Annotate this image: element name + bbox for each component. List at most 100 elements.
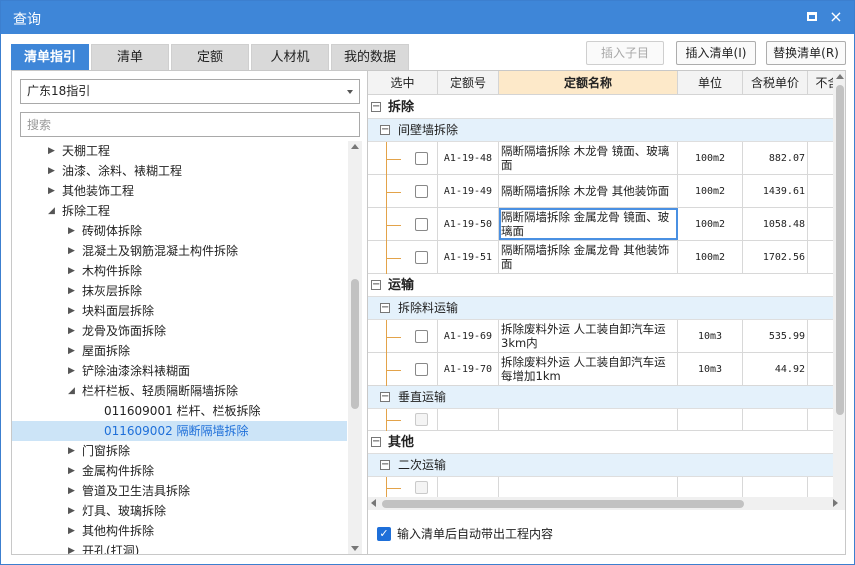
guide-library-dropdown[interactable]: 广东18指引 xyxy=(20,79,360,104)
unit-cell[interactable]: 100m2 xyxy=(678,175,743,207)
row-checkbox[interactable] xyxy=(415,413,428,426)
scroll-up-icon[interactable] xyxy=(836,74,844,79)
price-notax-cell[interactable] xyxy=(808,477,833,497)
tree-item[interactable]: ▶ 天棚工程 xyxy=(12,141,347,161)
tree-item[interactable]: ▶ 开孔(打洞) xyxy=(12,541,347,554)
row-checkbox[interactable] xyxy=(415,185,428,198)
tree-item[interactable]: 011609001 栏杆、栏板拆除 xyxy=(12,401,347,421)
scroll-thumb[interactable] xyxy=(382,500,744,508)
expand-arrow-icon[interactable]: ▶ xyxy=(68,241,78,261)
scroll-right-icon[interactable] xyxy=(833,499,838,507)
unit-cell[interactable]: 100m2 xyxy=(678,208,743,240)
price-notax-cell[interactable] xyxy=(808,241,833,273)
expand-arrow-icon[interactable]: ▶ xyxy=(48,161,58,181)
tree-item[interactable]: ▶ 龙骨及饰面拆除 xyxy=(12,321,347,341)
expand-arrow-icon[interactable]: ▶ xyxy=(68,541,78,554)
row-checkbox[interactable] xyxy=(415,218,428,231)
row-checkbox[interactable] xyxy=(415,330,428,343)
tree-item[interactable]: ▶ 抹灰层拆除 xyxy=(12,281,347,301)
quota-code-cell[interactable]: A1-19-49 xyxy=(438,175,499,207)
subgroup-row[interactable]: − 二次运输 xyxy=(368,454,833,477)
unit-cell[interactable]: 100m2 xyxy=(678,142,743,174)
price-cell[interactable] xyxy=(743,477,808,497)
expand-arrow-icon[interactable]: ▶ xyxy=(68,481,78,501)
tree-item[interactable]: ▶ 木构件拆除 xyxy=(12,261,347,281)
scroll-up-icon[interactable] xyxy=(351,144,359,149)
tab-quota[interactable]: 定额 xyxy=(171,44,249,70)
quota-name-cell[interactable]: 隔断隔墙拆除 金属龙骨 其他装饰面 xyxy=(499,241,678,273)
tree-item[interactable]: ▶ 油漆、涂料、裱糊工程 xyxy=(12,161,347,181)
quota-name-cell[interactable]: 拆除废料外运 人工装自卸汽车运每增加1km xyxy=(499,353,678,385)
collapse-arrow-icon[interactable]: ◢ xyxy=(68,381,78,401)
grid-vertical-scrollbar[interactable] xyxy=(833,71,845,497)
price-notax-cell[interactable] xyxy=(808,175,833,207)
price-cell[interactable]: 535.99 xyxy=(743,320,808,352)
empty-row[interactable] xyxy=(368,409,833,431)
insert-child-button[interactable]: 插入子目 xyxy=(586,41,664,65)
expand-arrow-icon[interactable]: ▶ xyxy=(48,141,58,161)
table-row[interactable]: A1-19-51 隔断隔墙拆除 金属龙骨 其他装饰面 100m2 1702.56 xyxy=(368,241,833,274)
price-notax-cell[interactable] xyxy=(808,142,833,174)
collapse-toggle-icon[interactable]: − xyxy=(380,303,390,313)
group-row[interactable]: − 其他 xyxy=(368,431,833,454)
quota-code-cell[interactable]: A1-19-70 xyxy=(438,353,499,385)
insert-list-button[interactable]: 插入清单(I) xyxy=(676,41,756,65)
tab-labor-material[interactable]: 人材机 xyxy=(251,44,329,70)
collapse-toggle-icon[interactable]: − xyxy=(371,102,381,112)
quota-code-cell[interactable]: A1-19-50 xyxy=(438,208,499,240)
empty-row[interactable] xyxy=(368,477,833,497)
quota-code-cell[interactable]: A1-19-48 xyxy=(438,142,499,174)
tree-item[interactable]: ▶ 砖砌体拆除 xyxy=(12,221,347,241)
expand-arrow-icon[interactable]: ▶ xyxy=(68,341,78,361)
tree-item[interactable]: ▶ 铲除油漆涂料裱糊面 xyxy=(12,361,347,381)
table-row[interactable]: A1-19-49 隔断隔墙拆除 木龙骨 其他装饰面 100m2 1439.61 xyxy=(368,175,833,208)
scroll-thumb[interactable] xyxy=(351,279,359,409)
quota-name-cell[interactable]: 拆除废料外运 人工装自卸汽车运3km内 xyxy=(499,320,678,352)
quota-name-cell[interactable]: 隔断隔墙拆除 木龙骨 镜面、玻璃面 xyxy=(499,142,678,174)
tree-scrollbar[interactable] xyxy=(348,141,362,554)
collapse-toggle-icon[interactable]: − xyxy=(371,280,381,290)
tree-item[interactable]: ▶ 屋面拆除 xyxy=(12,341,347,361)
auto-bring-checkbox[interactable]: ✓ xyxy=(377,527,391,541)
table-row[interactable]: A1-19-48 隔断隔墙拆除 木龙骨 镜面、玻璃面 100m2 882.07 xyxy=(368,142,833,175)
quota-name-cell[interactable] xyxy=(499,477,678,497)
tree-item[interactable]: ▶ 其他构件拆除 xyxy=(12,521,347,541)
tree-item[interactable]: ▶ 管道及卫生洁具拆除 xyxy=(12,481,347,501)
tree-item[interactable]: ▶ 门窗拆除 xyxy=(12,441,347,461)
table-row[interactable]: A1-19-69 拆除废料外运 人工装自卸汽车运3km内 10m3 535.99 xyxy=(368,320,833,353)
tree-item[interactable]: ▶ 金属构件拆除 xyxy=(12,461,347,481)
price-notax-cell[interactable] xyxy=(808,353,833,385)
scroll-left-icon[interactable] xyxy=(371,499,376,507)
expand-arrow-icon[interactable]: ▶ xyxy=(68,441,78,461)
price-notax-cell[interactable] xyxy=(808,208,833,240)
replace-list-button[interactable]: 替换清单(R) xyxy=(766,41,846,65)
expand-arrow-icon[interactable]: ▶ xyxy=(68,261,78,281)
title-bar[interactable]: 查询 × xyxy=(1,1,854,34)
search-input[interactable] xyxy=(20,112,360,137)
quota-name-cell[interactable] xyxy=(499,409,678,430)
tree-item[interactable]: ▶ 其他装饰工程 xyxy=(12,181,347,201)
expand-arrow-icon[interactable]: ▶ xyxy=(68,521,78,541)
row-checkbox[interactable] xyxy=(415,363,428,376)
tab-list-guide[interactable]: 清单指引 xyxy=(11,44,89,70)
unit-cell[interactable] xyxy=(678,477,743,497)
price-cell[interactable]: 1702.56 xyxy=(743,241,808,273)
unit-cell[interactable] xyxy=(678,409,743,430)
price-notax-cell[interactable] xyxy=(808,320,833,352)
unit-cell[interactable]: 10m3 xyxy=(678,320,743,352)
table-row[interactable]: A1-19-50 隔断隔墙拆除 金属龙骨 镜面、玻璃面 100m2 1058.48 xyxy=(368,208,833,241)
price-cell[interactable]: 44.92 xyxy=(743,353,808,385)
unit-cell[interactable]: 100m2 xyxy=(678,241,743,273)
close-icon[interactable]: × xyxy=(828,9,844,25)
row-checkbox[interactable] xyxy=(415,481,428,494)
unit-cell[interactable]: 10m3 xyxy=(678,353,743,385)
price-cell[interactable]: 882.07 xyxy=(743,142,808,174)
price-cell[interactable] xyxy=(743,409,808,430)
expand-arrow-icon[interactable]: ▶ xyxy=(68,461,78,481)
tree-item[interactable]: 011609002 隔断隔墙拆除 xyxy=(12,421,347,441)
collapse-arrow-icon[interactable]: ◢ xyxy=(48,201,58,221)
expand-arrow-icon[interactable]: ▶ xyxy=(68,501,78,521)
collapse-toggle-icon[interactable]: − xyxy=(380,460,390,470)
tree-item[interactable]: ◢ 拆除工程 xyxy=(12,201,347,221)
expand-arrow-icon[interactable]: ▶ xyxy=(68,221,78,241)
